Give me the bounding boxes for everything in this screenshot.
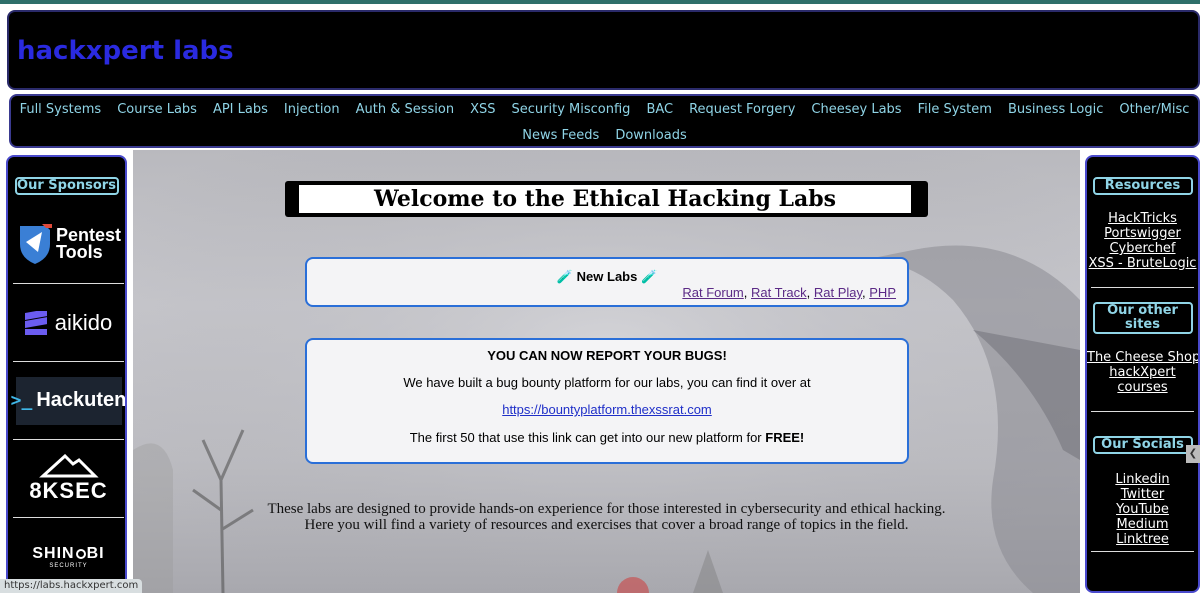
sponsor-8ksec[interactable]: 8KSEC <box>13 439 124 517</box>
mountain-icon <box>38 453 99 477</box>
sponsor-aikido[interactable]: aikido <box>13 283 124 361</box>
scroll-left-arrow-icon[interactable]: ❮ <box>1186 445 1200 463</box>
main-nav: Full Systems Course Labs API Labs Injection… <box>9 94 1200 148</box>
other-sites-links: The Cheese Shop hackXpert courses <box>1087 350 1198 395</box>
shinobi-text-right: BI <box>86 544 105 562</box>
bugs-link-line: https://bountyplatform.thexssrat.com <box>307 402 907 417</box>
8ksec-text: 8KSEC <box>29 477 108 503</box>
nav-item-business-logic[interactable]: Business Logic <box>1000 100 1111 120</box>
socials-links: Linkedin Twitter YouTube Medium Linktree <box>1087 472 1198 547</box>
nav-item-downloads[interactable]: Downloads <box>607 126 694 146</box>
pentest-tools-shield-icon <box>19 224 52 264</box>
main-content: Welcome to the Ethical Hacking Labs 🧪 Ne… <box>133 150 1080 593</box>
site-title[interactable]: hackxpert labs <box>17 36 234 66</box>
resource-link-xss-brutelogic[interactable]: XSS - BruteLogic <box>1087 256 1198 271</box>
nav-item-news-feeds[interactable]: News Feeds <box>514 126 607 146</box>
bounty-platform-link[interactable]: https://bountyplatform.thexssrat.com <box>502 402 712 417</box>
nav-item-course-labs[interactable]: Course Labs <box>109 100 205 120</box>
sponsors-title: Our Sponsors <box>14 177 119 195</box>
nav-item-injection[interactable]: Injection <box>276 100 348 120</box>
bugs-free-bold: FREE! <box>765 430 805 445</box>
link-rat-forum[interactable]: Rat Forum <box>682 285 743 300</box>
intro-line-1: These labs are designed to provide hands… <box>267 501 946 517</box>
nav-item-auth-session[interactable]: Auth & Session <box>348 100 462 120</box>
welcome-banner: Welcome to the Ethical Hacking Labs <box>285 181 928 217</box>
link-rat-play[interactable]: Rat Play <box>814 285 862 300</box>
shinobi-text-left: SHIN <box>32 544 75 562</box>
other-site-link-the-cheese-shop[interactable]: The Cheese Shop <box>1087 350 1198 365</box>
shinobi-sub: SECURITY <box>49 562 88 569</box>
new-labs-links: Rat Forum, Rat Track, Rat Play, PHP <box>682 285 896 300</box>
aikido-text: aikido <box>54 309 113 335</box>
resource-link-cyberchef[interactable]: Cyberchef <box>1087 241 1198 256</box>
nav-item-request-forgery[interactable]: Request Forgery <box>681 100 803 120</box>
bugs-free-prefix: The first 50 that use this link can get … <box>409 430 766 445</box>
hackuten-text: Hackuten <box>36 389 127 411</box>
hackuten-logo-bg: >_ Hackuten <box>11 376 125 425</box>
bug-bounty-box: YOU CAN NOW REPORT YOUR BUGS! We have bu… <box>305 338 909 464</box>
other-site-link-courses[interactable]: courses <box>1087 380 1198 395</box>
other-site-link-hackxpert[interactable]: hackXpert <box>1087 365 1198 380</box>
resources-links: HackTricks Portswigger Cyberchef XSS - Brut… <box>1087 211 1198 271</box>
sponsors-sidebar: Our Sponsors Pentest Tools aikido >_ Hac… <box>6 155 127 593</box>
terminal-prompt-icon: >_ <box>10 390 33 411</box>
socials-title: Our Socials <box>1092 436 1193 454</box>
new-labs-heading: 🧪 New Labs 🧪 <box>556 269 658 284</box>
divider <box>1091 411 1194 412</box>
intro-text: These labs are designed to provide hands… <box>233 501 980 533</box>
pentest-tools-line2: Tools <box>55 242 103 262</box>
shinobi-o-icon <box>75 548 86 559</box>
nav-item-full-systems[interactable]: Full Systems <box>12 100 110 120</box>
top-accent-line <box>0 0 1200 4</box>
nav-row-2: News Feeds Downloads <box>11 126 1198 146</box>
nav-item-bac[interactable]: BAC <box>638 100 681 120</box>
divider <box>1091 551 1194 552</box>
site-header: hackxpert labs <box>7 10 1200 90</box>
nav-item-api-labs[interactable]: API Labs <box>205 100 276 120</box>
nav-item-other-misc[interactable]: Other/Misc <box>1111 100 1197 120</box>
resources-sidebar: Resources HackTricks Portswigger Cyberchef… <box>1085 155 1200 593</box>
welcome-title: Welcome to the Ethical Hacking Labs <box>299 185 911 213</box>
intro-line-2: Here you will find a variety of resource… <box>304 517 909 533</box>
social-link-medium[interactable]: Medium <box>1087 517 1198 532</box>
resources-title: Resources <box>1092 177 1193 195</box>
bugs-description: We have built a bug bounty platform for … <box>403 375 811 390</box>
nav-item-file-system[interactable]: File System <box>910 100 1000 120</box>
nav-item-security-misconfig[interactable]: Security Misconfig <box>504 100 639 120</box>
social-link-twitter[interactable]: Twitter <box>1087 487 1198 502</box>
status-bar-url: https://labs.hackxpert.com <box>0 579 143 593</box>
link-php[interactable]: PHP <box>869 285 896 300</box>
new-labs-box: 🧪 New Labs 🧪 Rat Forum, Rat Track, Rat P… <box>305 257 909 307</box>
sponsor-pentest-tools[interactable]: Pentest Tools <box>13 205 124 283</box>
social-link-youtube[interactable]: YouTube <box>1087 502 1198 517</box>
nav-row-1: Full Systems Course Labs API Labs Injection… <box>11 100 1198 120</box>
bugs-free-line: The first 50 that use this link can get … <box>307 430 907 445</box>
resource-link-hacktricks[interactable]: HackTricks <box>1087 211 1198 226</box>
nav-item-cheesey-labs[interactable]: Cheesey Labs <box>803 100 909 120</box>
bugs-title: YOU CAN NOW REPORT YOUR BUGS! <box>487 348 727 363</box>
social-link-linktree[interactable]: Linktree <box>1087 532 1198 547</box>
aikido-logo-icon <box>24 310 47 335</box>
resource-link-portswigger[interactable]: Portswigger <box>1087 226 1198 241</box>
divider <box>1091 287 1194 288</box>
social-link-linkedin[interactable]: Linkedin <box>1087 472 1198 487</box>
nav-item-xss[interactable]: XSS <box>462 100 503 120</box>
sponsor-hackuten[interactable]: >_ Hackuten <box>11 361 125 439</box>
other-sites-title: Our other sites <box>1092 302 1193 334</box>
link-rat-track[interactable]: Rat Track <box>751 285 807 300</box>
